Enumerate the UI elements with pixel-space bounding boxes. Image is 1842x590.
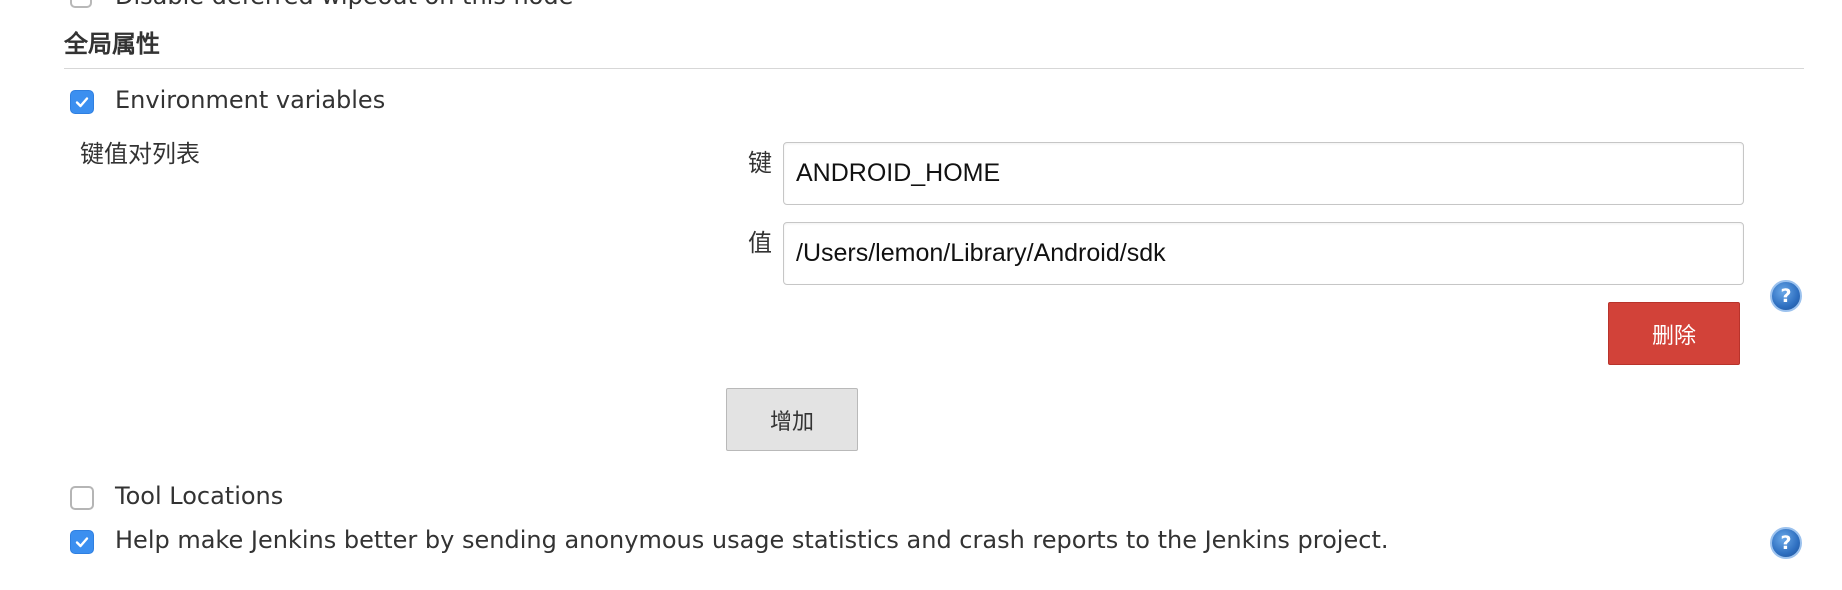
checkmark-icon <box>75 537 89 548</box>
usage-statistics-label: Help make Jenkins better by sending anon… <box>115 526 1389 554</box>
usage-statistics-checkbox[interactable] <box>70 530 94 554</box>
top-row-label: Disable deferred wipeout on this node <box>115 0 573 10</box>
value-input[interactable] <box>783 222 1744 285</box>
section-divider <box>64 68 1804 69</box>
delete-button[interactable]: 删除 <box>1608 302 1740 365</box>
key-field-label: 键 <box>748 149 772 177</box>
key-input[interactable] <box>783 142 1744 205</box>
tool-locations-checkbox[interactable] <box>70 486 94 510</box>
environment-variables-help-icon[interactable]: ? <box>1770 280 1802 312</box>
tool-locations-label: Tool Locations <box>115 482 284 510</box>
usage-statistics-help-icon[interactable]: ? <box>1770 527 1802 559</box>
checkmark-icon <box>75 97 89 108</box>
value-field-label: 值 <box>748 229 772 257</box>
key-value-list-label: 键值对列表 <box>80 140 200 168</box>
top-row-checkbox[interactable] <box>70 0 92 8</box>
add-button[interactable]: 增加 <box>726 388 858 451</box>
environment-variables-checkbox[interactable] <box>70 90 94 114</box>
section-title-global-properties: 全局属性 <box>64 30 160 58</box>
environment-variables-label: Environment variables <box>115 86 386 114</box>
